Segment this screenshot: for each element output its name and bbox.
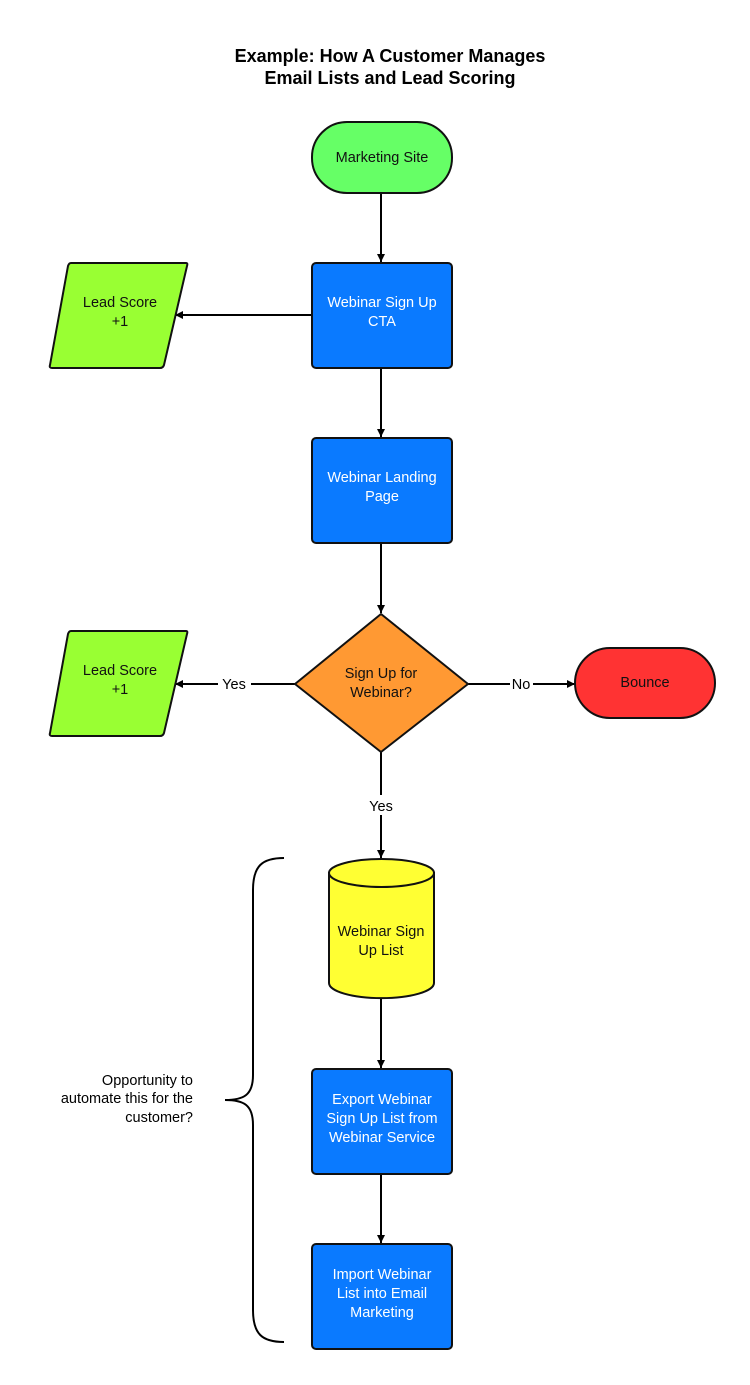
landing-page-label-2: Page (365, 489, 399, 505)
lead-score-2-label-2: +1 (112, 682, 129, 698)
import-label-1: Import Webinar (333, 1267, 432, 1283)
import-label-2: List into Email (337, 1286, 427, 1302)
marketing-site-label: Marketing Site (336, 150, 429, 166)
lead-score-2-label-1: Lead Score (83, 663, 157, 679)
node-bounce[interactable]: Bounce (574, 647, 716, 719)
export-label-3: Webinar Service (329, 1130, 435, 1146)
bounce-label: Bounce (620, 675, 669, 691)
node-webinar-cta[interactable]: Webinar Sign Up CTA (311, 262, 453, 369)
diagram-title-line-2: Email Lists and Lead Scoring (264, 68, 515, 88)
node-lead-score-1[interactable]: Lead Score +1 (48, 262, 189, 369)
node-landing-page[interactable]: Webinar Landing Page (311, 437, 453, 544)
annotation-line-1: Opportunity to (102, 1073, 193, 1089)
edge-label-yes-left: Yes (222, 677, 246, 693)
signup-list-label-1: Webinar Sign (338, 924, 425, 940)
node-export[interactable]: Export Webinar Sign Up List from Webinar… (311, 1068, 453, 1175)
decision-label-1: Sign Up for (345, 666, 418, 682)
annotation-line-3: customer? (125, 1110, 193, 1126)
edge-label-no: No (512, 677, 531, 693)
node-decision[interactable]: Sign Up for Webinar? (294, 613, 469, 753)
decision-label-2: Webinar? (350, 685, 412, 701)
export-label-1: Export Webinar (332, 1092, 432, 1108)
webinar-cta-label-1: Webinar Sign Up (327, 295, 436, 311)
decision-shape (294, 613, 469, 753)
landing-page-label-1: Webinar Landing (327, 470, 436, 486)
import-label-3: Marketing (350, 1305, 414, 1321)
export-label-2: Sign Up List from (326, 1111, 437, 1127)
lead-score-1-label-1: Lead Score (83, 295, 157, 311)
lead-score-1-label-2: +1 (112, 314, 129, 330)
signup-list-top (328, 858, 435, 888)
annotation-line-2: automate this for the (61, 1091, 193, 1107)
diagram-title-line-1: Example: How A Customer Manages (235, 46, 546, 66)
signup-list-label-2: Up List (358, 943, 403, 959)
curly-brace (224, 857, 285, 1343)
node-lead-score-2[interactable]: Lead Score +1 (48, 630, 189, 737)
edge-label-yes-down: Yes (369, 799, 393, 815)
node-import[interactable]: Import Webinar List into Email Marketing (311, 1243, 453, 1350)
node-signup-list[interactable]: Webinar Sign Up List (328, 858, 435, 1000)
flowchart-canvas: Example: How A Customer Manages Email Li… (48, 46, 716, 1350)
node-marketing-site[interactable]: Marketing Site (311, 121, 453, 194)
webinar-cta-label-2: CTA (368, 314, 396, 330)
